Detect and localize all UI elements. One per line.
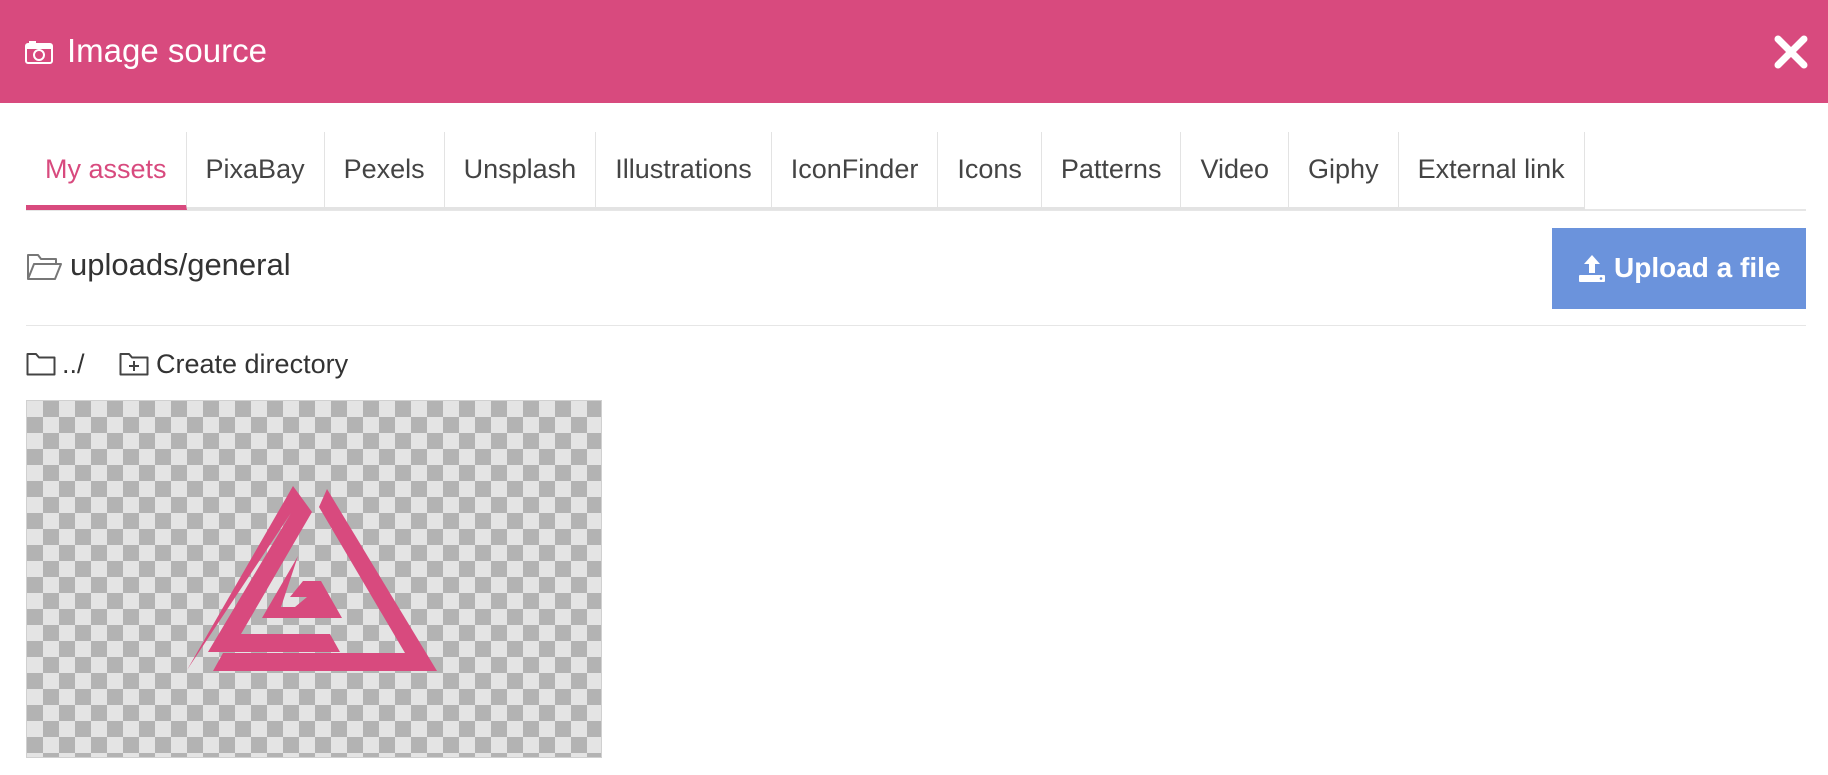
- tab-illustrations[interactable]: Illustrations: [596, 132, 772, 210]
- folder-plus-icon: [119, 353, 149, 376]
- upload-icon: [1579, 255, 1605, 282]
- tab-iconfinder[interactable]: IconFinder: [771, 132, 939, 210]
- tab-patterns[interactable]: Patterns: [1041, 132, 1182, 210]
- parent-directory-label: ../: [62, 349, 85, 379]
- modal-header: Image source: [0, 0, 1828, 103]
- tab-giphy[interactable]: Giphy: [1289, 132, 1399, 210]
- tab-external-link[interactable]: External link: [1398, 132, 1585, 210]
- logo-image: [187, 486, 437, 671]
- camera-icon: [25, 41, 53, 64]
- divider: [26, 325, 1806, 326]
- tab-pexels[interactable]: Pexels: [324, 132, 445, 210]
- source-tabs: My assets PixaBay Pexels Unsplash Illust…: [26, 132, 1585, 210]
- path-label: uploads/general: [70, 247, 291, 282]
- tab-my-assets[interactable]: My assets: [26, 132, 187, 210]
- tab-video[interactable]: Video: [1181, 132, 1290, 210]
- asset-thumbnail[interactable]: [26, 400, 602, 758]
- upload-button-label: Upload a file: [1614, 252, 1781, 283]
- folder-open-icon: [27, 254, 62, 280]
- tab-icons[interactable]: Icons: [938, 132, 1042, 210]
- create-directory-label: Create directory: [156, 349, 349, 379]
- folder-icon: [26, 353, 56, 376]
- upload-file-button[interactable]: Upload a file: [1552, 228, 1806, 309]
- modal-title: Image source: [67, 32, 267, 69]
- close-icon[interactable]: [1773, 34, 1809, 70]
- tab-pixabay[interactable]: PixaBay: [186, 132, 325, 210]
- tab-unsplash[interactable]: Unsplash: [444, 132, 597, 210]
